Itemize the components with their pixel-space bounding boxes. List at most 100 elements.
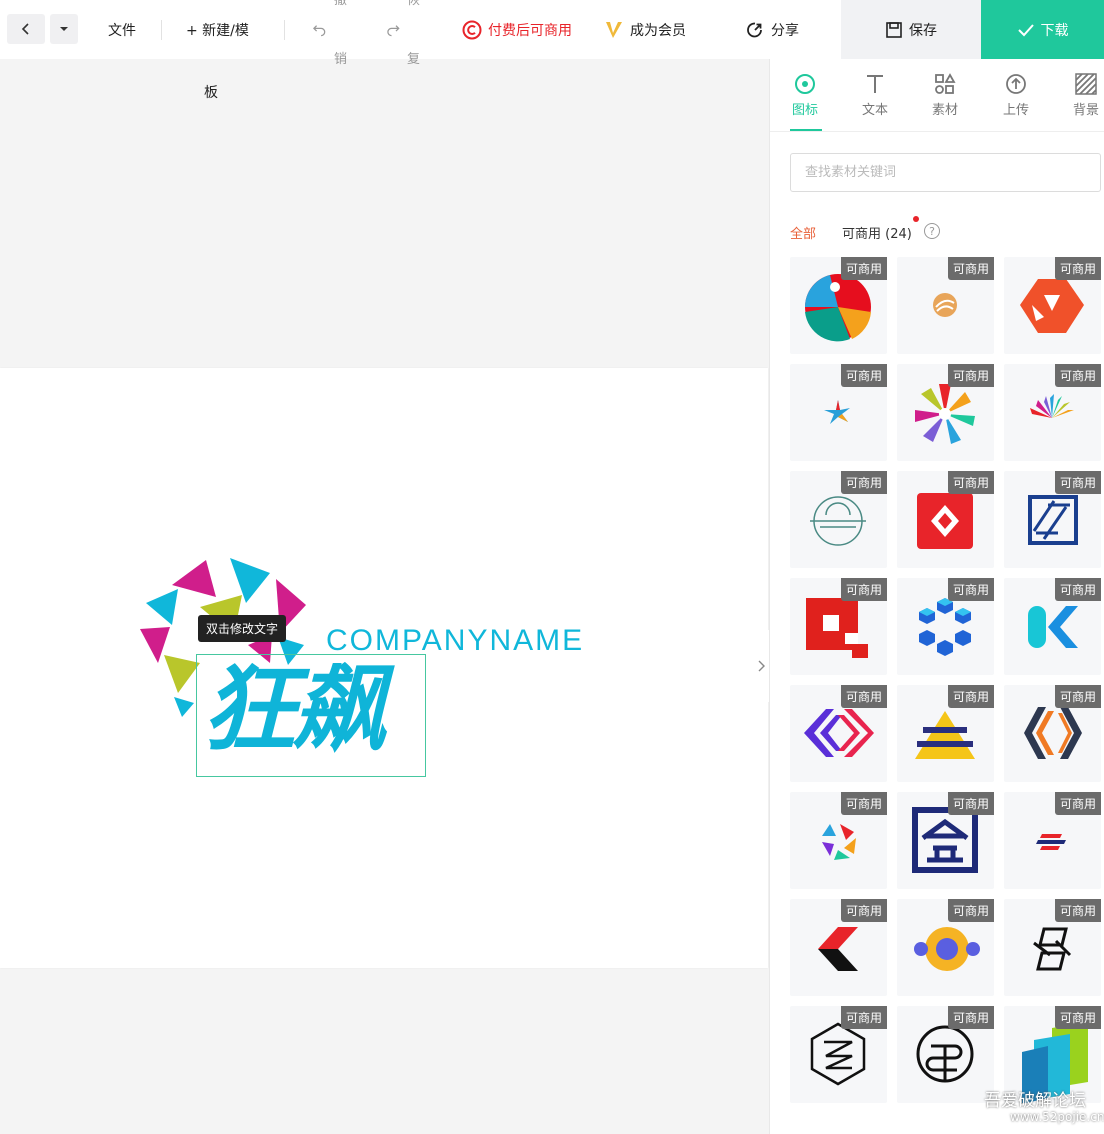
commercial-badge: 可商用 <box>1054 257 1101 280</box>
commercial-badge: 可商用 <box>1054 364 1101 387</box>
tab-icons[interactable]: 图标 <box>777 69 833 118</box>
commercial-badge: 可商用 <box>840 899 887 922</box>
divider <box>284 20 285 40</box>
icon-tile[interactable]: 可商用 <box>790 471 887 568</box>
commercial-badge: 可商用 <box>840 578 887 601</box>
commercial-badge: 可商用 <box>1054 685 1101 708</box>
redo-icon[interactable] <box>387 23 401 37</box>
commercial-badge: 可商用 <box>840 792 887 815</box>
tab-background[interactable]: 背景 <box>1058 69 1104 118</box>
collapse-panel-toggle[interactable] <box>752 630 769 702</box>
icon-tile[interactable]: 可商用 <box>790 364 887 461</box>
become-member-button[interactable]: 成为会员 <box>604 0 686 59</box>
watermark-text: 吾爱破解论坛 <box>984 1091 1086 1111</box>
chevron-right-icon <box>758 660 765 672</box>
undo-label-bottom: 销 <box>334 52 348 67</box>
watermark-url: www.52pojie.cn <box>1010 1110 1104 1124</box>
icon-tile[interactable]: 可商用 <box>790 899 887 996</box>
icon-tile[interactable]: 可商用 <box>790 578 887 675</box>
search-input[interactable] <box>790 153 1101 192</box>
filter-commercial[interactable]: 可商用 (24) <box>842 223 912 242</box>
icon-tile[interactable]: 可商用 <box>790 1006 887 1103</box>
icon-tile[interactable]: 可商用 <box>1004 685 1101 782</box>
undo-icon[interactable] <box>313 23 327 37</box>
new-template-button[interactable]: + 新建/模 <box>186 0 249 59</box>
checkmark-icon <box>1017 23 1034 36</box>
selection-box[interactable] <box>196 654 426 777</box>
shapes-icon <box>935 73 956 94</box>
tab-materials[interactable]: 素材 <box>917 69 973 118</box>
icon-tile[interactable]: 可商用 <box>1004 257 1101 354</box>
icon-tile[interactable]: 可商用 <box>897 792 994 889</box>
icon-tile[interactable]: 可商用 <box>897 1006 994 1103</box>
save-label: 保存 <box>909 22 937 39</box>
tab-text[interactable]: 文本 <box>847 69 903 118</box>
commercial-badge: 可商用 <box>1054 1006 1101 1029</box>
commercial-badge: 可商用 <box>840 257 887 280</box>
commercial-badge: 可商用 <box>840 1006 887 1029</box>
tab-label: 素材 <box>931 103 958 118</box>
filter-all[interactable]: 全部 <box>790 223 816 242</box>
redo-label-bottom: 复 <box>407 52 421 67</box>
assets-panel: 图标 文本 素材 上传 背景 全部 可商用 (24) ? 可商用 可商用 可商用 <box>769 59 1104 1134</box>
notification-dot <box>913 216 919 222</box>
icon-tile[interactable]: 可商用 <box>1004 578 1101 675</box>
edit-text-tooltip: 双击修改文字 <box>198 615 286 642</box>
divider <box>770 131 1104 132</box>
share-button[interactable]: 分享 <box>745 0 799 59</box>
download-label: 下载 <box>1040 22 1069 39</box>
icon-tile[interactable]: 可商用 <box>790 685 887 782</box>
share-icon <box>747 22 762 37</box>
help-icon[interactable]: ? <box>924 223 940 239</box>
upload-icon <box>1006 74 1026 94</box>
vip-v-icon <box>606 21 622 38</box>
floppy-disk-icon <box>886 21 902 38</box>
commercial-badge: 可商用 <box>947 257 994 280</box>
icon-tile[interactable]: 可商用 <box>897 257 994 354</box>
file-menu[interactable]: 文件 <box>108 0 136 59</box>
tab-label: 上传 <box>1002 103 1029 118</box>
become-member-label: 成为会员 <box>630 22 686 39</box>
chevron-left-icon <box>21 23 29 35</box>
commercial-badge: 可商用 <box>840 471 887 494</box>
paid-commercial-button[interactable]: 付费后可商用 <box>462 0 572 59</box>
commercial-badge: 可商用 <box>947 899 994 922</box>
tab-label: 图标 <box>791 103 818 118</box>
tab-upload[interactable]: 上传 <box>988 69 1044 118</box>
stripes-icon <box>1075 73 1097 95</box>
commercial-badge: 可商用 <box>947 1006 994 1029</box>
icon-tile[interactable]: 可商用 <box>790 257 887 354</box>
commercial-badge: 可商用 <box>947 685 994 708</box>
paid-commercial-label: 付费后可商用 <box>488 22 572 39</box>
undo-label-top: 撤 <box>334 0 348 8</box>
icon-tile[interactable]: 可商用 <box>1004 792 1101 889</box>
text-icon <box>867 75 883 93</box>
commercial-badge: 可商用 <box>1054 471 1101 494</box>
commercial-badge: 可商用 <box>947 364 994 387</box>
icon-tile[interactable]: 可商用 <box>897 685 994 782</box>
company-name-text[interactable]: COMPANYNAME <box>326 624 584 658</box>
icon-tile[interactable]: 可商用 <box>897 899 994 996</box>
icon-tile[interactable]: 可商用 <box>897 471 994 568</box>
icon-tile[interactable]: 可商用 <box>1004 364 1101 461</box>
share-label: 分享 <box>771 22 799 39</box>
new-template-label-overflow: 板 <box>204 85 218 101</box>
download-button[interactable]: 下载 <box>981 0 1104 59</box>
commercial-badge: 可商用 <box>840 364 887 387</box>
icon-tile[interactable]: 可商用 <box>790 792 887 889</box>
back-button[interactable] <box>7 14 45 44</box>
icon-tile[interactable]: 可商用 <box>897 364 994 461</box>
target-icon <box>795 74 815 94</box>
icon-tile[interactable]: 可商用 <box>897 578 994 675</box>
icon-tile[interactable]: 可商用 <box>1004 471 1101 568</box>
icon-tile[interactable]: 可商用 <box>1004 899 1101 996</box>
commercial-badge: 可商用 <box>1054 578 1101 601</box>
menu-dropdown-button[interactable] <box>50 14 78 44</box>
redo-label-top: 恢 <box>407 0 421 8</box>
save-button[interactable]: 保存 <box>841 0 981 59</box>
caret-down-icon <box>60 27 68 31</box>
commercial-badge: 可商用 <box>840 685 887 708</box>
commercial-badge: 可商用 <box>947 578 994 601</box>
divider <box>161 20 162 40</box>
commercial-badge: 可商用 <box>1054 899 1101 922</box>
